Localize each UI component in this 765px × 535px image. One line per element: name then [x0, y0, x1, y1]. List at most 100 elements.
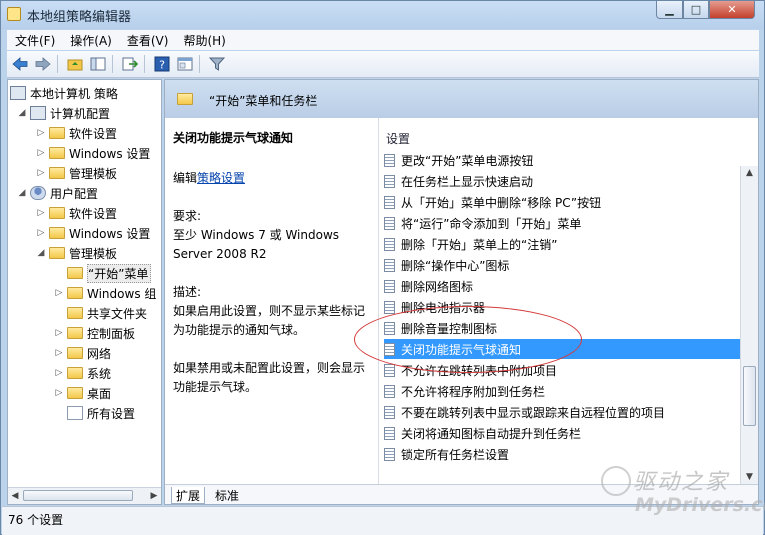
expand-arrow-icon[interactable]: ▷	[35, 168, 47, 178]
setting-row[interactable]: 删除“操作中心”图标	[384, 255, 741, 275]
tree-label: 系统	[87, 366, 112, 381]
policy-setting-icon	[384, 447, 395, 461]
tree-item-windows-settings[interactable]: ▷ Windows 设置	[35, 143, 151, 163]
setting-label: 删除网络图标	[401, 279, 474, 294]
collapse-arrow-icon[interactable]: ◢	[35, 248, 47, 258]
minimize-button[interactable]: ▁	[656, 1, 683, 19]
policy-setting-icon	[384, 237, 395, 251]
menu-view[interactable]: 查看(V)	[119, 32, 176, 49]
requirements-line-1: 至少 Windows 7 或 Windows	[173, 228, 340, 242]
setting-row[interactable]: 更改“开始”菜单电源按钮	[384, 150, 741, 170]
setting-row[interactable]: 将“运行”命令添加到「开始」菜单	[384, 213, 741, 233]
tree-item-system[interactable]: ▷ 系统	[53, 363, 111, 383]
policy-title: 关闭功能提示气球通知	[173, 131, 294, 145]
menu-bar: 文件(F) 操作(A) 查看(V) 帮助(H)	[7, 30, 759, 50]
setting-label: 关闭功能提示气球通知	[401, 342, 522, 357]
tree-item-all-settings[interactable]: 所有设置	[53, 403, 135, 423]
menu-action[interactable]: 操作(A)	[62, 32, 119, 49]
tree-item-computer-config[interactable]: ◢ 计算机配置	[16, 103, 110, 123]
toolbar-separator	[57, 55, 58, 73]
toolbar-separator	[112, 55, 113, 73]
navigation-tree: 本地计算机 策略 ◢ 计算机配置 ▷ 软件设置 ▷ Windows 设置 ▷ 管…	[7, 79, 162, 505]
tree-item-desktop[interactable]: ▷ 桌面	[53, 383, 111, 403]
setting-row[interactable]: 在任务栏上显示快速启动	[384, 171, 741, 191]
policy-description-panel: 关闭功能提示气球通知 编辑策略设置 要求: 至少 Windows 7 或 Win…	[165, 118, 377, 484]
scrollbar-thumb[interactable]	[23, 490, 133, 501]
show-hide-tree-icon[interactable]	[88, 54, 108, 74]
menu-file[interactable]: 文件(F)	[7, 32, 62, 49]
scroll-right-icon[interactable]: ▶	[147, 489, 161, 503]
menu-help[interactable]: 帮助(H)	[175, 32, 232, 49]
setting-row[interactable]: 删除音量控制图标	[384, 318, 741, 338]
expand-arrow-icon[interactable]: ▷	[35, 128, 47, 138]
filter-icon[interactable]	[207, 54, 227, 74]
list-vertical-scrollbar[interactable]: ▲ ▼	[740, 166, 758, 484]
policy-setting-icon	[384, 300, 395, 314]
tree-label: Windows 设置	[69, 146, 151, 161]
tree-item-start-menu[interactable]: “开始”菜单	[53, 263, 152, 283]
policy-setting-icon	[384, 405, 395, 419]
setting-row[interactable]: 不允许将程序附加到任务栏	[384, 381, 741, 401]
description-line-1: 如果启用此设置，则不显示某些标记	[173, 304, 366, 318]
help-icon[interactable]: ?	[152, 54, 172, 74]
scroll-up-icon[interactable]: ▲	[742, 166, 757, 180]
settings-list: 设置 更改“开始”菜单电源按钮 在任务栏上显示快速启动 从「开始」菜单中删除“移除 …	[378, 118, 745, 484]
setting-row[interactable]: 删除网络图标	[384, 276, 741, 296]
setting-row[interactable]: 锁定所有任务栏设置	[384, 444, 741, 464]
maximize-button[interactable]: □	[683, 1, 709, 19]
details-pane: “开始”菜单和任务栏 关闭功能提示气球通知 编辑策略设置 要求: 至少 Wind…	[164, 79, 759, 505]
view-tabs: 扩展 标准	[165, 484, 758, 504]
close-button[interactable]: ✕	[709, 1, 755, 19]
column-header-setting[interactable]: 设置	[379, 126, 741, 150]
up-folder-icon[interactable]	[65, 54, 85, 74]
expand-arrow-icon[interactable]: ▷	[53, 288, 65, 298]
expand-arrow-icon[interactable]: ▷	[53, 388, 65, 398]
properties-icon[interactable]	[175, 54, 195, 74]
tree-item-user-windows-settings[interactable]: ▷ Windows 设置	[35, 223, 151, 243]
export-list-icon[interactable]	[120, 54, 140, 74]
setting-label: 删除音量控制图标	[401, 321, 498, 336]
tab-standard[interactable]: 标准	[211, 487, 243, 504]
tree-item-user-software-settings[interactable]: ▷ 软件设置	[35, 203, 117, 223]
tree-label: 控制面板	[87, 326, 136, 341]
expand-arrow-icon[interactable]: ▷	[35, 228, 47, 238]
folder-icon	[67, 347, 83, 359]
tree-item-network[interactable]: ▷ 网络	[53, 343, 111, 363]
collapse-arrow-icon[interactable]: ◢	[16, 188, 28, 198]
setting-label: 删除“操作中心”图标	[401, 258, 510, 273]
setting-row[interactable]: 不允许在跳转列表中附加项目	[384, 360, 741, 380]
collapse-arrow-icon[interactable]: ◢	[16, 108, 28, 118]
tree-item-user-config[interactable]: ◢ 用户配置	[16, 183, 98, 203]
setting-row[interactable]: 删除电池指示器	[384, 297, 741, 317]
expand-arrow-icon[interactable]: ▷	[53, 328, 65, 338]
setting-row[interactable]: 关闭功能提示气球通知	[384, 339, 741, 359]
back-icon[interactable]	[10, 54, 30, 74]
window-title: 本地组策略编辑器	[27, 10, 132, 25]
tree-item-root[interactable]: 本地计算机 策略	[10, 83, 118, 103]
scroll-down-icon[interactable]: ▼	[742, 470, 757, 484]
setting-row[interactable]: 删除「开始」菜单上的“注销”	[384, 234, 741, 254]
tree-item-shared-folders[interactable]: 共享文件夹	[53, 303, 147, 323]
expand-arrow-icon[interactable]: ▷	[53, 348, 65, 358]
policy-setting-icon	[384, 342, 395, 356]
tab-extended[interactable]: 扩展	[171, 487, 206, 504]
tree-horizontal-scrollbar[interactable]: ◀ ▶	[8, 487, 161, 504]
scroll-left-icon[interactable]: ◀	[8, 489, 22, 503]
policy-setting-icon	[384, 384, 395, 398]
expand-arrow-icon[interactable]: ▷	[53, 368, 65, 378]
setting-row[interactable]: 不要在跳转列表中显示或跟踪来自远程位置的项目	[384, 402, 741, 422]
tree-item-user-admin-templates[interactable]: ◢ 管理模板	[35, 243, 117, 263]
setting-row[interactable]: 从「开始」菜单中删除“移除 PC”按钮	[384, 192, 741, 212]
scrollbar-thumb[interactable]	[743, 366, 756, 426]
policy-setting-icon	[384, 363, 395, 377]
details-header-title: “开始”菜单和任务栏	[209, 94, 318, 108]
tree-item-admin-templates[interactable]: ▷ 管理模板	[35, 163, 117, 183]
tree-item-windows-components[interactable]: ▷ Windows 组	[53, 283, 157, 303]
edit-policy-link[interactable]: 策略设置	[197, 171, 245, 185]
setting-row[interactable]: 关闭将通知图标自动提升到任务栏	[384, 423, 741, 443]
forward-icon[interactable]	[33, 54, 53, 74]
expand-arrow-icon[interactable]: ▷	[35, 148, 47, 158]
expand-arrow-icon[interactable]: ▷	[35, 208, 47, 218]
tree-item-control-panel[interactable]: ▷ 控制面板	[53, 323, 135, 343]
tree-item-software-settings[interactable]: ▷ 软件设置	[35, 123, 117, 143]
